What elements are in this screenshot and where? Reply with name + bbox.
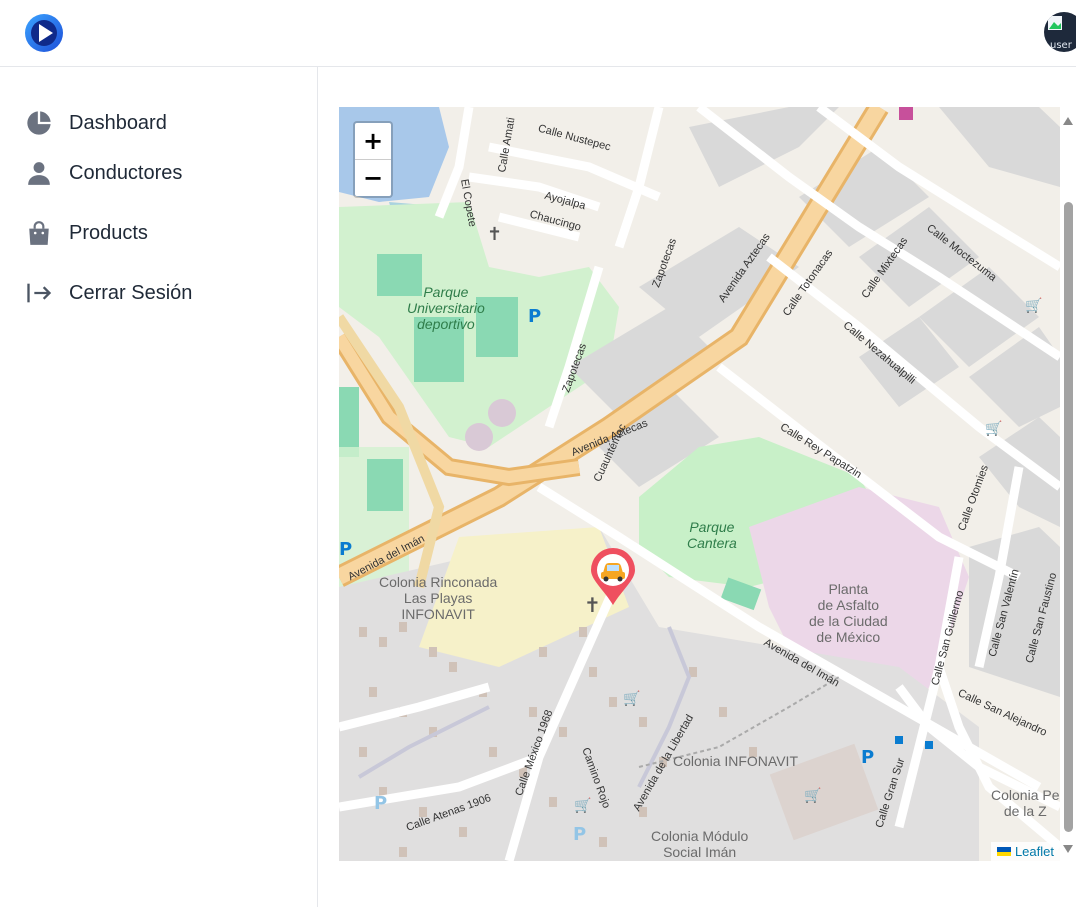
- svg-text:✝: ✝: [487, 224, 502, 245]
- zoom-control: + −: [353, 121, 393, 198]
- map-label-colonia-infonavit: Colonia INFONAVIT: [673, 753, 798, 769]
- map-attribution: Leaflet: [990, 842, 1060, 861]
- app-logo-icon[interactable]: [24, 13, 64, 53]
- sidebar-item-label: Conductores: [69, 161, 183, 184]
- scroll-thumb[interactable]: [1064, 202, 1073, 832]
- sidebar-item-label: Products: [69, 221, 148, 244]
- svg-text:P: P: [374, 793, 387, 814]
- map-label-planta-asfalto: Planta de Asfalto de la Ciudad de México: [809, 581, 888, 645]
- svg-text:P: P: [528, 306, 541, 327]
- sidebar: Dashboard Conductores Products Cerrar Se…: [0, 67, 318, 907]
- top-bar: user: [0, 0, 1076, 67]
- sidebar-item-products[interactable]: Products: [24, 216, 294, 250]
- logout-arrow-icon: [24, 278, 54, 308]
- sidebar-item-conductores[interactable]: Conductores: [24, 156, 294, 190]
- shopping-bag-icon: [24, 218, 54, 248]
- zoom-out-button[interactable]: −: [355, 160, 391, 196]
- ukraine-flag-icon: [996, 847, 1011, 856]
- leaflet-link[interactable]: Leaflet: [1015, 844, 1054, 859]
- avatar-alt-text: user: [1050, 40, 1072, 51]
- chart-pie-icon: [24, 108, 54, 138]
- user-avatar[interactable]: user: [1044, 12, 1076, 52]
- scroll-up-arrow-icon[interactable]: [1063, 117, 1073, 125]
- map-label-colonia-rinconada: Colonia Rinconada Las Playas INFONAVIT: [379, 574, 498, 622]
- page-scrollbar[interactable]: [1060, 107, 1076, 861]
- map-label-colonia-modulo: Colonia Módulo Social Imán: [651, 828, 749, 860]
- scroll-down-arrow-icon[interactable]: [1063, 845, 1073, 853]
- svg-text:🛒: 🛒: [574, 797, 591, 814]
- svg-text:P: P: [339, 539, 352, 560]
- car-location-marker-icon[interactable]: [590, 548, 636, 606]
- sidebar-item-label: Cerrar Sesión: [69, 281, 193, 304]
- sidebar-item-dashboard[interactable]: Dashboard: [24, 106, 294, 140]
- svg-text:🛒: 🛒: [985, 420, 1002, 437]
- user-icon: [24, 158, 54, 188]
- svg-text:🛒: 🛒: [804, 787, 821, 804]
- map-tiles: ✝ ✝ P P P P P 🛒 🛒 🛒 🛒 🛒: [339, 107, 1060, 861]
- sidebar-item-label: Dashboard: [69, 111, 167, 134]
- svg-text:🛒: 🛒: [623, 690, 640, 707]
- map-label-parque-universitario: Parque Universitario deportivo: [407, 284, 485, 332]
- svg-text:P: P: [861, 747, 874, 768]
- map-label-parque-cantera: Parque Cantera: [687, 519, 737, 551]
- svg-text:P: P: [573, 824, 586, 845]
- map-label-colonia-pe: Colonia Pe de la Z: [991, 787, 1060, 819]
- map-view[interactable]: ✝ ✝ P P P P P 🛒 🛒 🛒 🛒 🛒 Parque Universit…: [339, 107, 1060, 861]
- svg-text:🛒: 🛒: [1025, 297, 1042, 314]
- zoom-in-button[interactable]: +: [355, 123, 391, 160]
- sidebar-item-cerrar-sesion[interactable]: Cerrar Sesión: [24, 276, 294, 310]
